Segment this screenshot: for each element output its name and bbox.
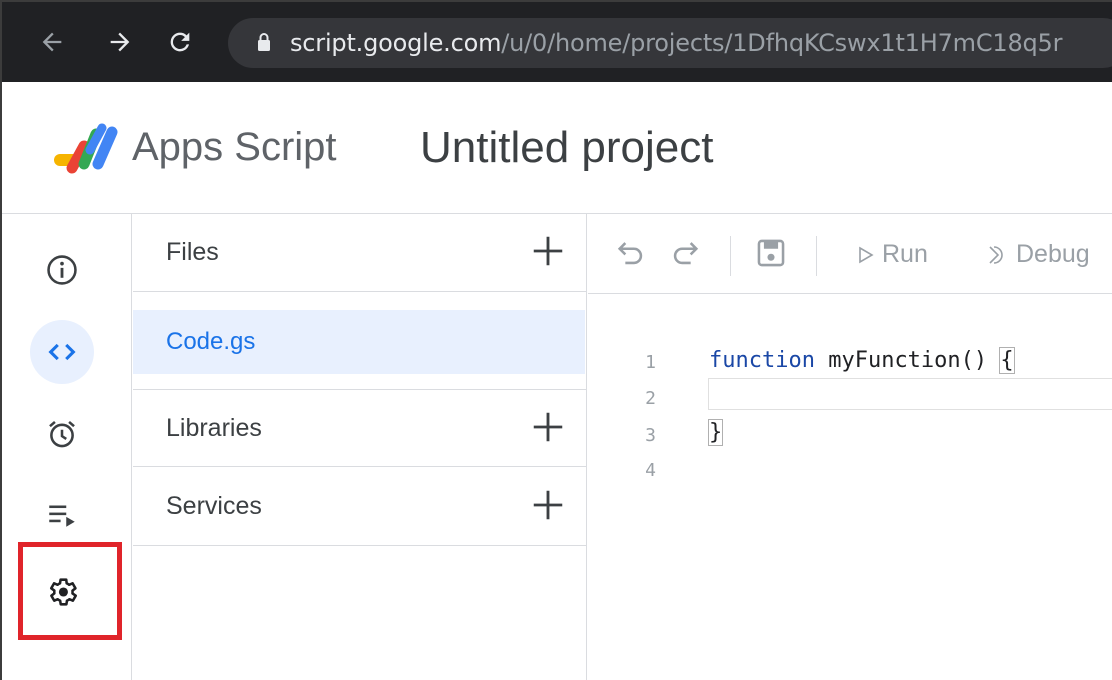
active-line (708, 378, 1112, 410)
code-area[interactable]: 1 2 3 4 function myFunction() { } (588, 294, 1112, 680)
project-title[interactable]: Untitled project (420, 123, 713, 173)
back-arrow-icon[interactable] (34, 24, 70, 60)
files-panel: Files Code.gs Libraries Services (133, 214, 587, 680)
line-number: 4 (645, 460, 656, 481)
lock-icon (258, 33, 270, 51)
toolbar-divider (730, 236, 731, 276)
code-line-1: function myFunction() { (709, 347, 1015, 374)
toolbar-divider (816, 236, 817, 276)
rail-item-overview[interactable] (30, 238, 94, 302)
apps-script-logo[interactable] (54, 120, 120, 176)
keyword-function: function (709, 348, 815, 373)
file-name: Code.gs (166, 328, 256, 355)
play-icon (859, 246, 874, 263)
redo-icon[interactable] (668, 236, 702, 270)
app-frame: script.google.com/u/0/home/projects/1Dfh… (0, 0, 1112, 680)
close-brace: } (707, 419, 724, 446)
rail-item-triggers[interactable] (30, 402, 94, 466)
file-item-code-gs[interactable]: Code.gs (133, 310, 585, 374)
forward-arrow-icon[interactable] (102, 24, 138, 60)
debug-icon (989, 245, 1003, 264)
run-label: Run (882, 240, 928, 268)
url-text: script.google.com/u/0/home/projects/1Dfh… (290, 29, 1062, 57)
add-library-button[interactable] (529, 408, 567, 446)
rail-item-executions[interactable] (30, 482, 94, 546)
libraries-section: Libraries (133, 389, 587, 467)
editor-toolbar: Run Debug (588, 214, 1112, 294)
line-number: 2 (645, 388, 656, 409)
open-brace: { (999, 347, 1015, 374)
line-number: 3 (645, 425, 656, 446)
app-header: Apps Script Untitled project (2, 82, 1112, 214)
save-icon[interactable] (754, 236, 788, 270)
browser-toolbar: script.google.com/u/0/home/projects/1Dfh… (2, 2, 1112, 82)
libraries-label: Libraries (166, 414, 262, 442)
undo-icon[interactable] (614, 236, 648, 270)
files-section-header: Files (133, 214, 587, 292)
files-label: Files (166, 238, 219, 266)
add-service-button[interactable] (529, 486, 567, 524)
url-path: /u/0/home/projects/1DfhqKCswx1t1H7mC18q5… (501, 29, 1063, 57)
services-section: Services (133, 468, 587, 546)
debug-label: Debug (1016, 240, 1090, 268)
code-editor: Run Debug 1 2 3 4 function myFunction() … (588, 214, 1112, 680)
code-line-3: } (707, 419, 724, 446)
executions-icon (49, 505, 75, 527)
url-host: script.google.com (290, 29, 502, 57)
code-icon (48, 343, 76, 361)
line-number: 1 (645, 352, 656, 373)
settings-highlight-box (18, 542, 122, 640)
reload-icon[interactable] (162, 24, 198, 60)
rail-item-editor[interactable] (30, 320, 94, 384)
info-icon (47, 255, 77, 285)
add-file-button[interactable] (529, 232, 567, 270)
debug-button[interactable]: Debug (984, 240, 1090, 269)
app-name: Apps Script (132, 125, 337, 169)
function-signature: myFunction() (814, 348, 1001, 373)
alarm-clock-icon (49, 420, 75, 448)
address-bar[interactable]: script.google.com/u/0/home/projects/1Dfh… (228, 18, 1112, 68)
services-label: Services (166, 492, 262, 520)
run-button[interactable]: Run (858, 240, 928, 269)
